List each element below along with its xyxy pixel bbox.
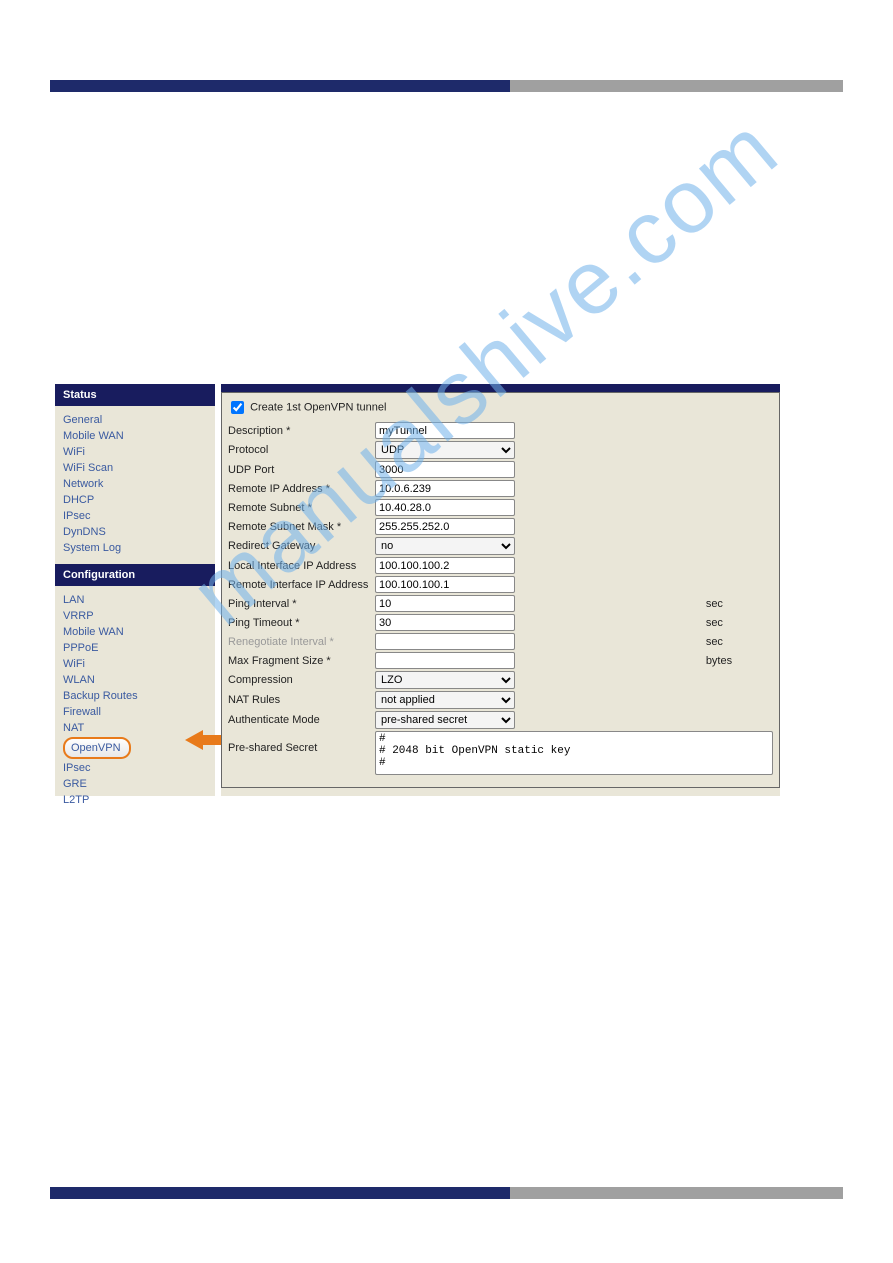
ping-interval-input[interactable] bbox=[375, 595, 515, 612]
ping-timeout-label: Ping Timeout * bbox=[225, 613, 372, 632]
bottom-bar bbox=[50, 1187, 843, 1199]
sidebar-item-wifi-cfg[interactable]: WiFi bbox=[63, 656, 207, 672]
sidebar-item-lan[interactable]: LAN bbox=[63, 592, 207, 608]
sidebar-item-wifi[interactable]: WiFi bbox=[63, 444, 207, 460]
sidebar-item-vrrp[interactable]: VRRP bbox=[63, 608, 207, 624]
max-fragment-label: Max Fragment Size * bbox=[225, 651, 372, 670]
remote-ip-label: Remote IP Address * bbox=[225, 479, 372, 498]
sidebar-item-ipsec-status[interactable]: IPsec bbox=[63, 508, 207, 524]
top-bar bbox=[50, 80, 843, 92]
renegotiate-unit: sec bbox=[703, 632, 776, 651]
create-tunnel-checkbox[interactable] bbox=[231, 401, 244, 414]
create-tunnel-row: Create 1st OpenVPN tunnel bbox=[225, 396, 776, 421]
sidebar-item-general[interactable]: General bbox=[63, 412, 207, 428]
openvpn-form-panel: Create 1st OpenVPN tunnel Description * … bbox=[221, 392, 780, 788]
remote-ip-input[interactable] bbox=[375, 480, 515, 497]
protocol-label: Protocol bbox=[225, 440, 372, 460]
sidebar-status-list: General Mobile WAN WiFi WiFi Scan Networ… bbox=[55, 406, 215, 564]
sidebar-item-pppoe[interactable]: PPPoE bbox=[63, 640, 207, 656]
sidebar-item-gre[interactable]: GRE bbox=[63, 776, 207, 792]
nat-rules-label: NAT Rules bbox=[225, 690, 372, 710]
auth-mode-select[interactable]: pre-shared secret bbox=[375, 711, 515, 729]
remote-mask-input[interactable] bbox=[375, 518, 515, 535]
sidebar: Status General Mobile WAN WiFi WiFi Scan… bbox=[55, 384, 221, 796]
description-label: Description * bbox=[225, 421, 372, 440]
sidebar-item-wlan[interactable]: WLAN bbox=[63, 672, 207, 688]
sidebar-item-backup-routes[interactable]: Backup Routes bbox=[63, 688, 207, 704]
top-bar-left bbox=[50, 80, 510, 92]
preshared-textarea[interactable]: # # 2048 bit OpenVPN static key # bbox=[375, 731, 773, 775]
top-bar-right bbox=[510, 80, 843, 92]
auth-mode-label: Authenticate Mode bbox=[225, 710, 372, 730]
bottom-bar-left bbox=[50, 1187, 510, 1199]
create-tunnel-label: Create 1st OpenVPN tunnel bbox=[250, 401, 386, 413]
nat-rules-select[interactable]: not applied bbox=[375, 691, 515, 709]
sidebar-item-dhcp[interactable]: DHCP bbox=[63, 492, 207, 508]
ping-timeout-input[interactable] bbox=[375, 614, 515, 631]
bottom-bar-right bbox=[510, 1187, 843, 1199]
local-if-label: Local Interface IP Address bbox=[225, 556, 372, 575]
remote-if-label: Remote Interface IP Address bbox=[225, 575, 372, 594]
sidebar-status-header: Status bbox=[55, 384, 215, 406]
sidebar-item-ipsec-cfg[interactable]: IPsec bbox=[63, 760, 207, 776]
remote-if-input[interactable] bbox=[375, 576, 515, 593]
sidebar-item-network[interactable]: Network bbox=[63, 476, 207, 492]
ping-interval-label: Ping Interval * bbox=[225, 594, 372, 613]
remote-mask-label: Remote Subnet Mask * bbox=[225, 517, 372, 536]
preshared-label: Pre-shared Secret bbox=[225, 730, 372, 779]
sidebar-item-mobile-wan[interactable]: Mobile WAN bbox=[63, 428, 207, 444]
max-fragment-input[interactable] bbox=[375, 652, 515, 669]
form-table: Description * Protocol UDP UDP Port Remo… bbox=[225, 421, 776, 779]
udp-port-input[interactable] bbox=[375, 461, 515, 478]
renegotiate-label: Renegotiate Interval * bbox=[225, 632, 372, 651]
max-fragment-unit: bytes bbox=[703, 651, 776, 670]
remote-subnet-label: Remote Subnet * bbox=[225, 498, 372, 517]
app-frame: Status General Mobile WAN WiFi WiFi Scan… bbox=[55, 384, 780, 796]
ping-interval-unit: sec bbox=[703, 594, 776, 613]
sidebar-item-l2tp[interactable]: L2TP bbox=[63, 792, 207, 808]
redirect-gateway-label: Redirect Gateway bbox=[225, 536, 372, 556]
ping-timeout-unit: sec bbox=[703, 613, 776, 632]
compression-select[interactable]: LZO bbox=[375, 671, 515, 689]
sidebar-config-header: Configuration bbox=[55, 564, 215, 586]
sidebar-config-list: LAN VRRP Mobile WAN PPPoE WiFi WLAN Back… bbox=[55, 586, 215, 816]
sidebar-item-system-log[interactable]: System Log bbox=[63, 540, 207, 556]
local-if-input[interactable] bbox=[375, 557, 515, 574]
content-header-bar bbox=[221, 384, 780, 392]
compression-label: Compression bbox=[225, 670, 372, 690]
remote-subnet-input[interactable] bbox=[375, 499, 515, 516]
sidebar-item-openvpn[interactable]: OpenVPN bbox=[63, 737, 131, 759]
redirect-gateway-select[interactable]: no bbox=[375, 537, 515, 555]
udp-port-label: UDP Port bbox=[225, 460, 372, 479]
content-area: Create 1st OpenVPN tunnel Description * … bbox=[221, 384, 780, 796]
sidebar-item-wifi-scan[interactable]: WiFi Scan bbox=[63, 460, 207, 476]
description-input[interactable] bbox=[375, 422, 515, 439]
sidebar-item-dyndns[interactable]: DynDNS bbox=[63, 524, 207, 540]
protocol-select[interactable]: UDP bbox=[375, 441, 515, 459]
sidebar-item-firewall[interactable]: Firewall bbox=[63, 704, 207, 720]
renegotiate-input[interactable] bbox=[375, 633, 515, 650]
sidebar-item-nat[interactable]: NAT bbox=[63, 720, 207, 736]
sidebar-item-mobile-wan-cfg[interactable]: Mobile WAN bbox=[63, 624, 207, 640]
